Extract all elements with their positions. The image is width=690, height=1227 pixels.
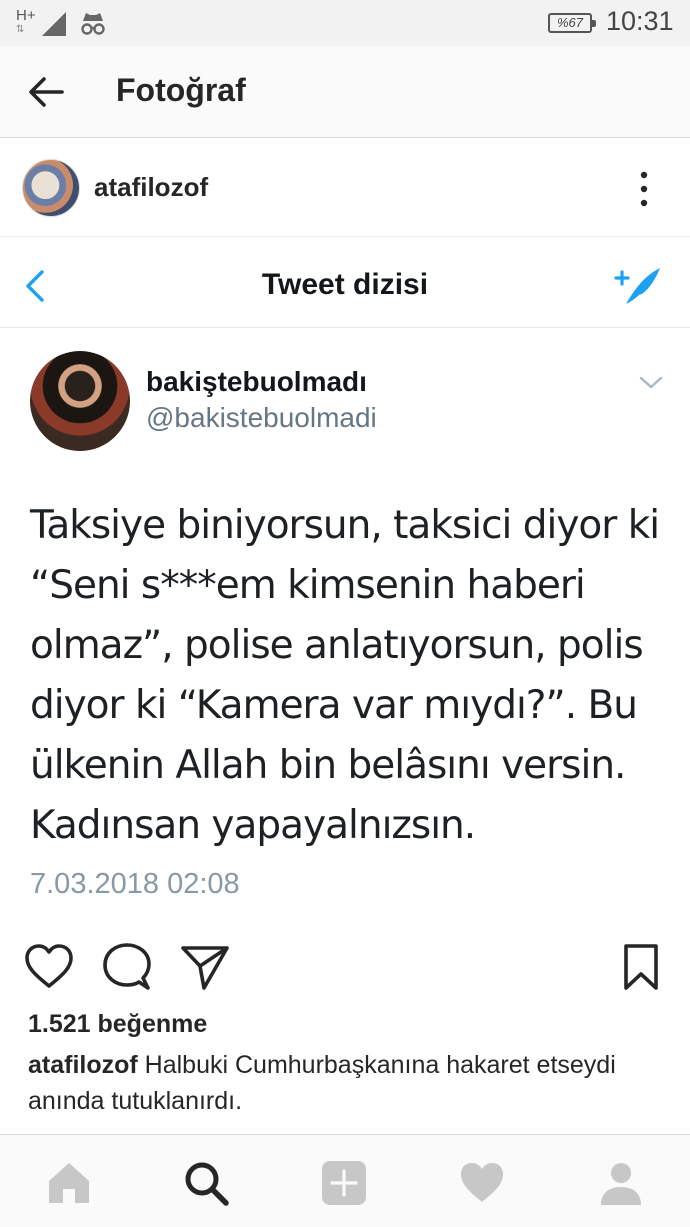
post-header: atafilozof bbox=[0, 139, 690, 237]
compose-tweet-icon bbox=[614, 268, 660, 304]
tweet-nav: Tweet dizisi bbox=[0, 238, 690, 328]
app-header: Fotoğraf bbox=[0, 46, 690, 138]
more-vertical-icon[interactable] bbox=[638, 169, 650, 209]
send-icon[interactable] bbox=[180, 942, 230, 992]
profile-icon[interactable] bbox=[597, 1159, 645, 1207]
avatar[interactable] bbox=[22, 159, 80, 217]
status-bar: H+ ⇅ %67 10:31 bbox=[0, 0, 690, 46]
tweet-timestamp: 7.03.2018 02:08 bbox=[30, 868, 240, 900]
signal-icon bbox=[42, 12, 66, 36]
page-title: Fotoğraf bbox=[116, 72, 246, 108]
chevron-down-icon bbox=[639, 376, 663, 389]
add-icon[interactable] bbox=[320, 1159, 368, 1207]
search-icon[interactable] bbox=[182, 1159, 230, 1207]
battery-indicator: %67 bbox=[548, 13, 596, 33]
home-icon[interactable] bbox=[45, 1159, 93, 1207]
tweet-text: Taksiye biniyorsun, taksici diyor ki “Se… bbox=[30, 503, 660, 848]
post-username[interactable]: atafilozof bbox=[94, 172, 208, 203]
arrow-left-icon[interactable] bbox=[26, 74, 66, 110]
bookmark-icon[interactable] bbox=[616, 942, 666, 992]
clock: 10:31 bbox=[606, 6, 674, 36]
tweet-nav-title: Tweet dizisi bbox=[261, 268, 429, 301]
activity-heart-icon[interactable] bbox=[458, 1159, 506, 1207]
like-count[interactable]: 1.521 beğenme bbox=[28, 1010, 207, 1039]
comment-icon[interactable] bbox=[102, 942, 152, 992]
bottom-tab-bar bbox=[0, 1134, 690, 1227]
tweet-author-name: bakiştebuolmadı bbox=[146, 366, 367, 397]
tweet-author-handle: @bakistebuolmadi bbox=[146, 402, 377, 433]
post-actions bbox=[0, 932, 690, 1002]
tweet-image[interactable]: Tweet dizisi bakiştebuolmadı @bakistebuo… bbox=[0, 238, 690, 932]
network-indicator: H+ ⇅ bbox=[16, 7, 36, 35]
post-caption: atafilozof Halbuki Cumhurbaşkanına hakar… bbox=[28, 1047, 668, 1119]
caption-username[interactable]: atafilozof bbox=[28, 1051, 138, 1079]
heart-icon[interactable] bbox=[24, 942, 74, 992]
tweet-author-avatar bbox=[30, 351, 130, 451]
incognito-icon bbox=[81, 13, 105, 35]
